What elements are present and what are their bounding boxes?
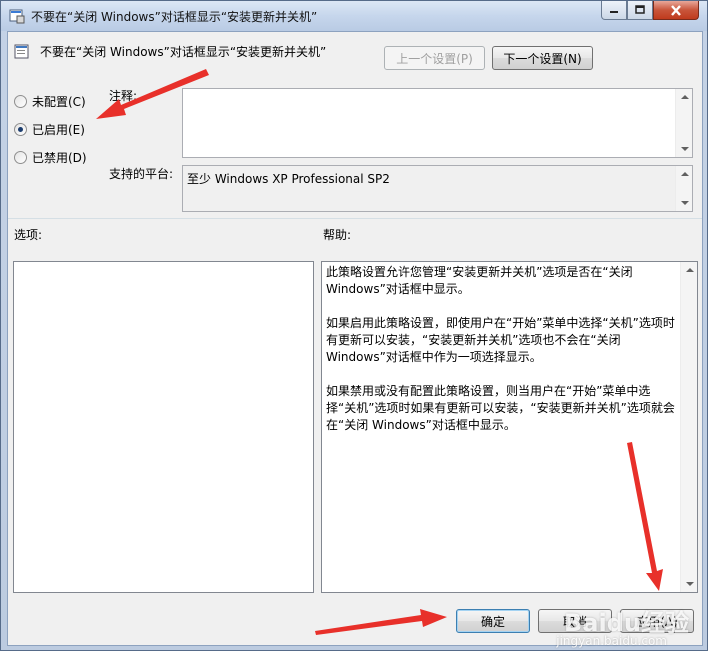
- platform-value: 至少 Windows XP Professional SP2: [187, 172, 390, 186]
- help-paragraph: 此策略设置允许您管理“安装更新并关机”选项是否在“关闭 Windows”对话框中…: [326, 265, 633, 296]
- help-label: 帮助:: [323, 228, 352, 242]
- scroll-up-icon[interactable]: [681, 172, 689, 176]
- radio-enabled[interactable]: 已启用(E): [14, 121, 85, 138]
- scroll-down-icon[interactable]: [686, 582, 694, 586]
- radio-circle[interactable]: [14, 151, 27, 164]
- dialog-client-area: 不要在“关闭 Windows”对话框显示“安装更新并关机” 上一个设置(P) 下…: [7, 31, 703, 646]
- baidu-watermark: Baidu经验: [564, 609, 689, 637]
- options-panel: [13, 261, 314, 593]
- ok-button[interactable]: 确定: [456, 609, 530, 633]
- next-setting-button[interactable]: 下一个设置(N): [492, 46, 593, 70]
- help-scrollbar[interactable]: [680, 262, 697, 592]
- radio-not-configured[interactable]: 未配置(C): [14, 93, 86, 110]
- maximize-button[interactable]: [627, 1, 653, 20]
- baidu-watermark-url: jingyan.baidu.com: [556, 634, 667, 648]
- policy-dialog-window: 不要在“关闭 Windows”对话框显示“安装更新并关机” 不要在“关闭 Win…: [0, 0, 708, 651]
- radio-label: 已禁用(D): [32, 151, 87, 165]
- radio-circle[interactable]: [14, 123, 27, 136]
- policy-setting-icon: [14, 44, 29, 59]
- help-paragraph: 如果禁用或没有配置此策略设置，则当用户在“开始”菜单中选择“关机”选项时如果有更…: [326, 384, 675, 432]
- policy-app-icon: [9, 9, 25, 24]
- comment-label: 注释:: [109, 89, 138, 103]
- scroll-down-icon[interactable]: [681, 147, 689, 151]
- help-panel: 此策略设置允许您管理“安装更新并关机”选项是否在“关闭 Windows”对话框中…: [321, 261, 698, 593]
- maximize-icon: [635, 5, 645, 14]
- radio-label: 未配置(C): [32, 95, 86, 109]
- comment-textarea[interactable]: [182, 88, 693, 158]
- radio-disabled[interactable]: 已禁用(D): [14, 149, 87, 166]
- policy-name-heading: 不要在“关闭 Windows”对话框显示“安装更新并关机”: [40, 45, 327, 59]
- previous-setting-button[interactable]: 上一个设置(P): [384, 46, 485, 70]
- platform-label: 支持的平台:: [109, 167, 174, 181]
- minimize-icon: [610, 11, 618, 13]
- platform-field: 至少 Windows XP Professional SP2: [182, 165, 693, 212]
- options-label: 选项:: [14, 228, 43, 242]
- help-paragraph: 如果启用此策略设置，即使用户在“开始”菜单中选择“关机”选项时有更新可以安装，“…: [326, 316, 675, 364]
- scroll-up-icon[interactable]: [681, 95, 689, 99]
- radio-circle[interactable]: [14, 95, 27, 108]
- help-text: 此策略设置允许您管理“安装更新并关机”选项是否在“关闭 Windows”对话框中…: [326, 264, 678, 451]
- minimize-button[interactable]: [601, 1, 627, 20]
- title-bar[interactable]: 不要在“关闭 Windows”对话框显示“安装更新并关机”: [1, 1, 707, 31]
- radio-label: 已启用(E): [32, 123, 85, 137]
- comment-scrollbar[interactable]: [675, 89, 692, 157]
- close-icon: [671, 4, 681, 16]
- platform-scrollbar[interactable]: [675, 166, 692, 211]
- window-title: 不要在“关闭 Windows”对话框显示“安装更新并关机”: [31, 10, 318, 24]
- scroll-down-icon[interactable]: [681, 201, 689, 205]
- close-button[interactable]: [653, 1, 699, 20]
- scroll-up-icon[interactable]: [686, 268, 694, 272]
- section-divider: [8, 218, 702, 219]
